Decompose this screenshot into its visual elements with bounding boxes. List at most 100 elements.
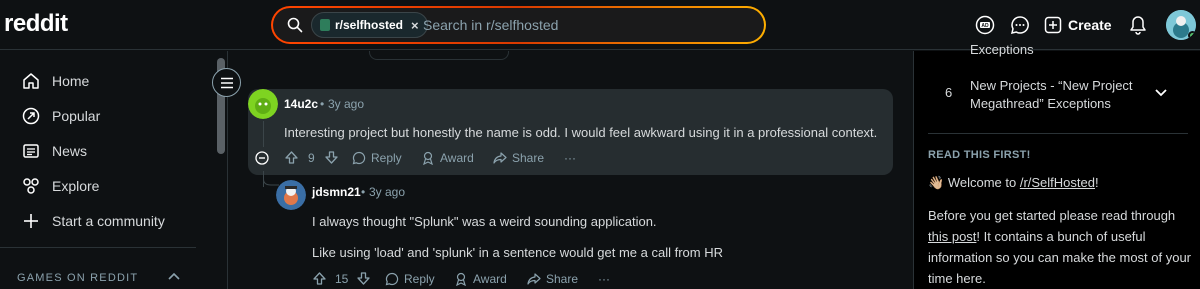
comments-area: 14u2c • 3y ago Interesting project but h…	[229, 51, 913, 289]
more-options-button[interactable]: ···	[598, 272, 610, 286]
welcome-prefix: Welcome to	[947, 175, 1020, 190]
sidebar-item-news[interactable]: News	[0, 134, 196, 168]
online-status-dot	[1188, 31, 1196, 40]
previous-rule-fragment: Exceptions	[970, 42, 1034, 57]
close-icon[interactable]: ×	[411, 18, 419, 33]
sidebar-item-label: Explore	[52, 178, 100, 194]
news-icon	[23, 144, 39, 158]
collapse-thread-button[interactable]	[255, 151, 269, 165]
welcome-text: 👋🏼 Welcome to /r/SelfHosted!	[928, 175, 1099, 191]
share-label: Share	[512, 151, 545, 165]
menu-icon	[220, 77, 233, 88]
sidebar-item-explore[interactable]: Explore	[0, 169, 196, 203]
search-bar[interactable]: r/selfhosted ×	[271, 6, 766, 44]
share-label: Share	[546, 272, 579, 286]
create-label: Create	[1068, 17, 1112, 33]
award-icon	[456, 272, 466, 286]
vote-controls: 9	[284, 150, 339, 165]
upvote-icon[interactable]	[312, 271, 327, 286]
sidebar-item-label: Start a community	[52, 213, 165, 229]
svg-text:AD: AD	[981, 23, 989, 29]
intro-prefix: Before you get started please read throu…	[928, 208, 1176, 223]
upvote-icon[interactable]	[284, 150, 299, 165]
downvote-icon[interactable]	[356, 271, 371, 286]
sidebar-item-label: Popular	[52, 108, 101, 124]
left-sidebar: Home Popular News Explore Start a commun…	[0, 51, 228, 289]
award-button[interactable]: Award	[421, 151, 474, 165]
meta-separator: •	[361, 185, 366, 199]
plus-icon	[1044, 16, 1062, 34]
sidebar-divider	[0, 247, 196, 248]
search-input[interactable]	[423, 15, 743, 35]
sidebar-item-label: News	[52, 143, 88, 159]
waving-hand-icon: 👋🏼	[928, 175, 945, 190]
vote-count: 15	[335, 271, 349, 286]
sidebar-item-home[interactable]: Home	[0, 64, 196, 98]
chevron-down-icon[interactable]	[1154, 85, 1168, 99]
vote-controls: 15	[312, 271, 371, 286]
comment-age[interactable]: 3y ago	[369, 185, 405, 199]
comment-age[interactable]: 3y ago	[328, 97, 364, 111]
more-options-button[interactable]: ···	[564, 151, 576, 165]
create-button[interactable]: Create	[1044, 12, 1112, 38]
award-label: Award	[440, 151, 474, 165]
award-icon	[423, 151, 433, 165]
chevron-up-icon[interactable]	[167, 270, 181, 284]
share-icon	[527, 273, 541, 285]
sidebar-divider	[928, 133, 1188, 134]
previous-content-edge	[369, 51, 509, 60]
minus-circle-icon	[255, 151, 269, 165]
subreddit-filter-chip[interactable]: r/selfhosted ×	[311, 12, 428, 38]
popular-icon	[22, 107, 40, 125]
this-post-link[interactable]: this post	[928, 229, 976, 244]
intro-paragraph: Before you get started please read throu…	[928, 205, 1193, 289]
explore-icon	[23, 178, 39, 194]
chat-icon[interactable]	[1009, 14, 1031, 36]
right-sidebar: Exceptions 6 New Projects - “New Project…	[913, 42, 1200, 289]
vote-count: 9	[308, 150, 315, 165]
comment-body: Interesting project but honestly the nam…	[284, 125, 878, 140]
subreddit-chip-label: r/selfhosted	[335, 18, 404, 32]
thread-connector	[263, 171, 279, 186]
games-section-heading[interactable]: GAMES ON REDDIT	[17, 272, 138, 284]
reddit-logo[interactable]: reddit	[4, 10, 68, 38]
comment-author[interactable]: jdsmn21	[312, 185, 361, 199]
award-button[interactable]: Award	[454, 272, 507, 286]
reply-label: Reply	[404, 272, 435, 286]
plus-icon	[24, 214, 38, 228]
meta-separator: •	[320, 97, 325, 111]
share-icon	[493, 152, 507, 164]
search-icon	[287, 17, 303, 33]
thread-line	[263, 121, 264, 147]
comment-body-line: Like using 'load' and 'splunk' in a sent…	[312, 245, 723, 260]
subreddit-link[interactable]: /r/SelfHosted	[1020, 175, 1095, 190]
rule-title[interactable]: New Projects - “New Project Megathread” …	[970, 77, 1160, 113]
read-first-heading: READ THIS FIRST!	[928, 149, 1031, 161]
reply-icon	[385, 272, 399, 286]
reply-label: Reply	[371, 151, 402, 165]
bell-icon[interactable]	[1127, 14, 1149, 36]
comment-body-line: I always thought "Splunk" was a weird so…	[312, 214, 657, 229]
home-icon	[23, 73, 39, 89]
rule-number: 6	[945, 85, 953, 100]
reply-icon	[352, 151, 366, 165]
user-avatar[interactable]	[1166, 10, 1196, 40]
more-icon: ···	[598, 272, 610, 286]
avatar[interactable]	[248, 89, 278, 119]
comment-author[interactable]: 14u2c	[284, 97, 318, 111]
sidebar-item-popular[interactable]: Popular	[0, 99, 196, 133]
more-icon: ···	[564, 151, 576, 165]
sidebar-item-start-community[interactable]: Start a community	[0, 204, 196, 238]
sidebar-collapse-button[interactable]	[212, 68, 241, 97]
reply-button[interactable]: Reply	[385, 272, 435, 286]
share-button[interactable]: Share	[493, 151, 544, 165]
welcome-suffix: !	[1094, 175, 1099, 190]
share-button[interactable]: Share	[527, 272, 578, 286]
award-label: Award	[473, 272, 507, 286]
sidebar-item-label: Home	[52, 73, 90, 89]
avatar[interactable]	[276, 180, 306, 210]
reply-button[interactable]: Reply	[352, 151, 402, 165]
subreddit-icon	[320, 19, 330, 31]
advertise-icon[interactable]: AD	[974, 14, 996, 36]
downvote-icon[interactable]	[324, 150, 339, 165]
